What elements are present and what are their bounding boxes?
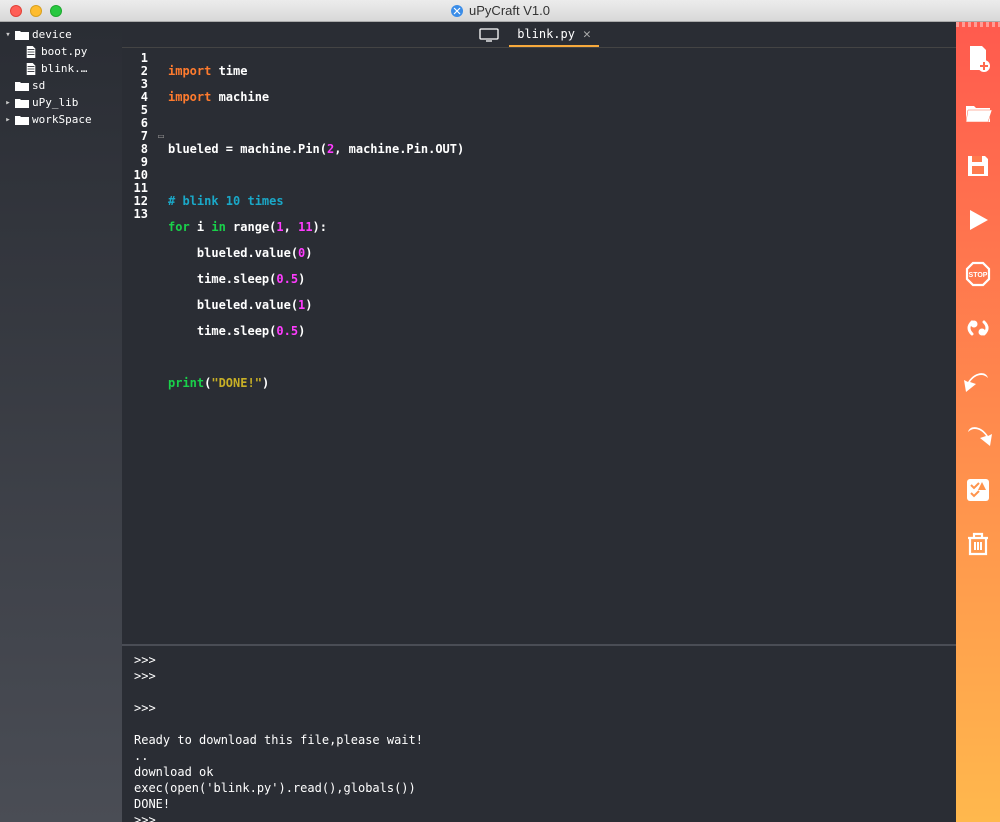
tab-blink[interactable]: blink.py ✕	[509, 23, 599, 47]
expand-right-icon[interactable]: ▸	[4, 115, 12, 125]
tree-item-blink[interactable]: blink.…	[0, 60, 122, 77]
svg-text:STOP: STOP	[969, 272, 988, 279]
console-output[interactable]: >>> >>> >>> Ready to download this file,…	[122, 644, 956, 822]
titlebar: uPyCraft V1.0	[0, 0, 1000, 22]
file-tree[interactable]: ▾ device boot.py blink.… sd ▸ uPy_lib	[0, 22, 122, 822]
fold-marker-icon[interactable]: ▭	[154, 130, 168, 143]
fold-column[interactable]: ▭	[154, 48, 168, 644]
run-button[interactable]	[958, 200, 998, 240]
code-editor[interactable]: 12345678910111213 ▭ import time import m…	[122, 48, 956, 644]
open-file-button[interactable]	[958, 92, 998, 132]
window-minimize-button[interactable]	[30, 5, 42, 17]
clear-button[interactable]	[958, 524, 998, 564]
app-icon	[450, 4, 464, 18]
tree-item-workspace[interactable]: ▸ workSpace	[0, 111, 122, 128]
folder-icon	[15, 80, 29, 92]
tree-item-device[interactable]: ▾ device	[0, 26, 122, 43]
folder-icon	[15, 114, 29, 126]
tree-item-upylib[interactable]: ▸ uPy_lib	[0, 94, 122, 111]
file-icon	[24, 46, 38, 58]
check-button[interactable]	[958, 470, 998, 510]
file-icon	[24, 63, 38, 75]
stop-button[interactable]: STOP	[958, 254, 998, 294]
tree-item-boot[interactable]: boot.py	[0, 43, 122, 60]
expand-right-icon[interactable]: ▸	[4, 98, 12, 108]
right-toolbar: STOP	[956, 22, 1000, 822]
folder-icon	[15, 97, 29, 109]
window-title: uPyCraft V1.0	[469, 3, 550, 18]
tab-bar: blink.py ✕	[122, 22, 956, 48]
tree-item-sd[interactable]: sd	[0, 77, 122, 94]
undo-button[interactable]	[958, 362, 998, 402]
tab-label: blink.py	[517, 27, 575, 41]
save-button[interactable]	[958, 146, 998, 186]
folder-icon	[15, 29, 29, 41]
monitor-icon[interactable]	[479, 28, 499, 42]
code-content[interactable]: import time import machine blueled = mac…	[168, 48, 956, 644]
window-close-button[interactable]	[10, 5, 22, 17]
connect-button[interactable]	[958, 308, 998, 348]
tab-close-icon[interactable]: ✕	[583, 27, 591, 42]
window-maximize-button[interactable]	[50, 5, 62, 17]
redo-button[interactable]	[958, 416, 998, 456]
new-file-button[interactable]	[958, 38, 998, 78]
line-numbers: 12345678910111213	[122, 48, 154, 644]
expand-down-icon[interactable]: ▾	[4, 30, 12, 40]
